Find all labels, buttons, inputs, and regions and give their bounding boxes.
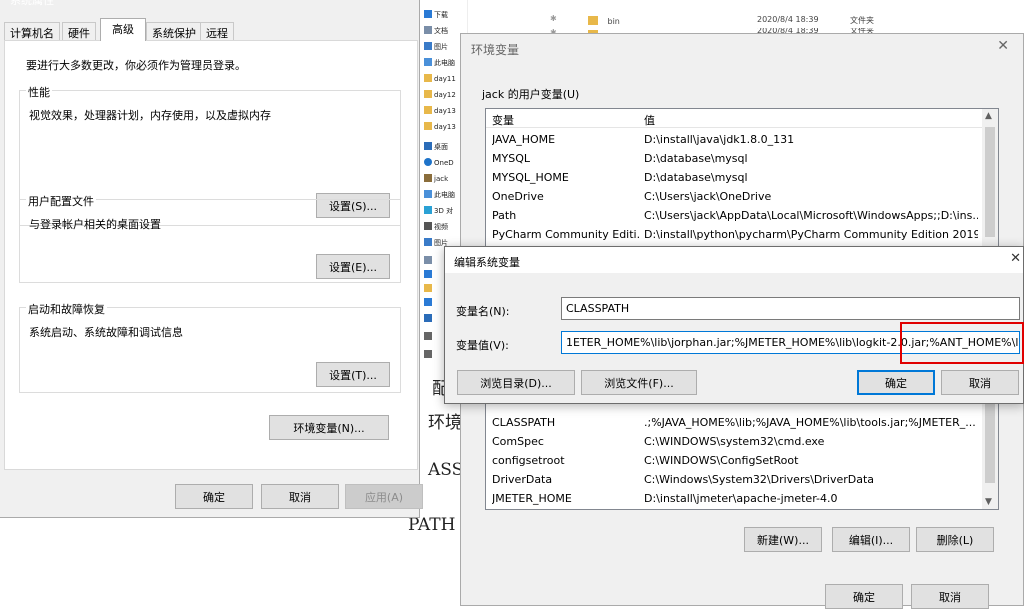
table-row[interactable]: Path C:\Users\jack\AppData\Local\Microsof… — [486, 206, 998, 225]
highlight-annotation-box — [900, 322, 1024, 364]
folder-icon — [424, 74, 432, 82]
dialog-title: 编辑系统变量 — [454, 256, 520, 269]
column-header-variable[interactable]: 变量 — [492, 112, 514, 128]
variable-name-label: 变量名(N): — [456, 305, 510, 318]
column-header-value[interactable]: 值 — [644, 112, 655, 128]
tab-remote[interactable]: 远程 — [200, 22, 234, 40]
music-icon — [424, 298, 432, 306]
delete-variable-button[interactable]: 删除(L) — [916, 527, 994, 552]
system-properties-dialog: 系统属性 计算机名 硬件 高级 系统保护 远程 要进行大多数更改，你必须作为管理… — [0, 0, 423, 518]
system-variables-list[interactable]: CLASSPATH .;%JAVA_HOME%\lib;%JAVA_HOME%\l… — [485, 398, 999, 510]
scroll-thumb[interactable] — [985, 403, 995, 483]
picture-icon — [424, 238, 432, 246]
desktop-icon — [424, 142, 432, 150]
user-variables-list[interactable]: 变量 值 JAVA_HOME D:\install\java\jdk1.8.0_1… — [485, 108, 999, 256]
folder-icon — [424, 90, 432, 98]
environment-variables-button[interactable]: 环境变量(N)... — [269, 415, 389, 440]
admin-note: 要进行大多数更改，你必须作为管理员登录。 — [26, 59, 246, 72]
close-icon[interactable]: ✕ — [1010, 251, 1021, 266]
tab-computer-name[interactable]: 计算机名 — [4, 22, 60, 40]
arrow-down-icon — [424, 270, 432, 278]
cloud-icon — [424, 158, 432, 166]
tab-advanced[interactable]: 高级 — [100, 18, 146, 41]
desktop-icon — [424, 314, 432, 322]
folder-icon — [424, 122, 432, 130]
table-row[interactable]: MYSQL D:\database\mysql — [486, 149, 998, 168]
startup-recovery-settings-button[interactable]: 设置(T)... — [316, 362, 390, 387]
user-profile-title: 用户配置文件 — [26, 193, 96, 209]
table-row[interactable]: JMETER_HOME D:\install\jmeter\apache-jmet… — [486, 489, 998, 508]
user-profile-settings-button[interactable]: 设置(E)... — [316, 254, 390, 279]
file-row-bin[interactable]: bin — [588, 14, 620, 27]
startup-recovery-group: 启动和故障恢复 系统启动、系统故障和调试信息 设置(T)... — [19, 301, 401, 393]
ok-button[interactable]: 确定 — [857, 370, 935, 395]
vertical-scrollbar[interactable]: ▼ — [982, 399, 998, 509]
user-icon — [424, 174, 432, 182]
download-icon — [424, 10, 432, 18]
table-row[interactable]: PyCharm Community Editi... D:\install\pyt… — [486, 225, 998, 244]
drive-icon — [424, 350, 432, 358]
new-variable-button[interactable]: 新建(W)... — [744, 527, 822, 552]
table-row[interactable]: OneDrive C:\Users\jack\OneDrive — [486, 187, 998, 206]
folder-icon — [424, 284, 432, 292]
tab-system-protection[interactable]: 系统保护 — [146, 22, 202, 40]
advanced-tab-body: 要进行大多数更改，你必须作为管理员登录。 性能 视觉效果，处理器计划，内存使用，… — [4, 40, 418, 470]
close-icon[interactable]: ✕ — [997, 38, 1009, 54]
computer-icon — [424, 190, 432, 198]
ok-button[interactable]: 确定 — [175, 484, 253, 509]
user-profile-group: 用户配置文件 与登录帐户相关的桌面设置 设置(E)... — [19, 193, 401, 283]
drive-icon — [424, 332, 432, 340]
table-row[interactable]: DriverData C:\Windows\System32\Drivers\Dr… — [486, 470, 998, 489]
user-variables-label: jack 的用户变量(U) — [482, 88, 580, 101]
variable-value-label: 变量值(V): — [456, 339, 509, 352]
ok-button[interactable]: 确定 — [825, 584, 903, 609]
table-row[interactable]: CLASSPATH .;%JAVA_HOME%\lib;%JAVA_HOME%\l… — [486, 413, 998, 432]
cube-icon — [424, 206, 432, 214]
apply-button[interactable]: 应用(A) — [345, 484, 423, 509]
pin-icon: ✱ — [550, 14, 557, 23]
browse-directory-button[interactable]: 浏览目录(D)... — [457, 370, 575, 395]
explorer-file-list-top: ✱ ✱ bin 2020/8/4 18:39 文件夹 2020/8/4 18:3… — [468, 0, 1024, 37]
picture-icon — [424, 42, 432, 50]
vertical-scrollbar[interactable]: ▲ — [982, 109, 998, 255]
table-row[interactable]: JAVA_HOME D:\install\java\jdk1.8.0_131 — [486, 130, 998, 149]
list-header: 变量 值 — [486, 109, 998, 128]
performance-title: 性能 — [26, 84, 52, 100]
folder-icon — [424, 106, 432, 114]
performance-desc: 视觉效果，处理器计划，内存使用，以及虚拟内存 — [29, 109, 271, 122]
cancel-button[interactable]: 取消 — [941, 370, 1019, 395]
document-icon — [424, 26, 432, 34]
table-row[interactable]: ComSpec C:\WINDOWS\system32\cmd.exe — [486, 432, 998, 451]
document-icon — [424, 256, 432, 264]
scroll-down-icon[interactable]: ▼ — [985, 497, 992, 507]
cancel-button[interactable]: 取消 — [911, 584, 989, 609]
edit-variable-button[interactable]: 编辑(I)... — [832, 527, 910, 552]
scroll-thumb[interactable] — [985, 127, 995, 237]
folder-icon — [588, 16, 598, 25]
table-row[interactable]: MYSQL_HOME D:\database\mysql — [486, 168, 998, 187]
title-bar: 编辑系统变量 ✕ — [445, 247, 1023, 273]
video-icon — [424, 222, 432, 230]
computer-icon — [424, 58, 432, 66]
startup-recovery-desc: 系统启动、系统故障和调试信息 — [29, 326, 183, 339]
scroll-up-icon[interactable]: ▲ — [985, 111, 992, 121]
cancel-button[interactable]: 取消 — [261, 484, 339, 509]
variable-name-input[interactable]: CLASSPATH — [561, 297, 1020, 320]
table-row[interactable]: configsetroot C:\WINDOWS\ConfigSetRoot — [486, 451, 998, 470]
edit-system-variable-dialog: 编辑系统变量 ✕ 变量名(N): CLASSPATH 变量值(V): 1ETER… — [444, 246, 1024, 404]
browse-file-button[interactable]: 浏览文件(F)... — [581, 370, 697, 395]
nav-item-downloads[interactable]: 下载 — [424, 10, 468, 24]
user-profile-desc: 与登录帐户相关的桌面设置 — [29, 218, 161, 231]
startup-recovery-title: 启动和故障恢复 — [26, 301, 107, 317]
tab-hardware[interactable]: 硬件 — [62, 22, 96, 40]
dialog-title: 环境变量 — [471, 43, 520, 57]
